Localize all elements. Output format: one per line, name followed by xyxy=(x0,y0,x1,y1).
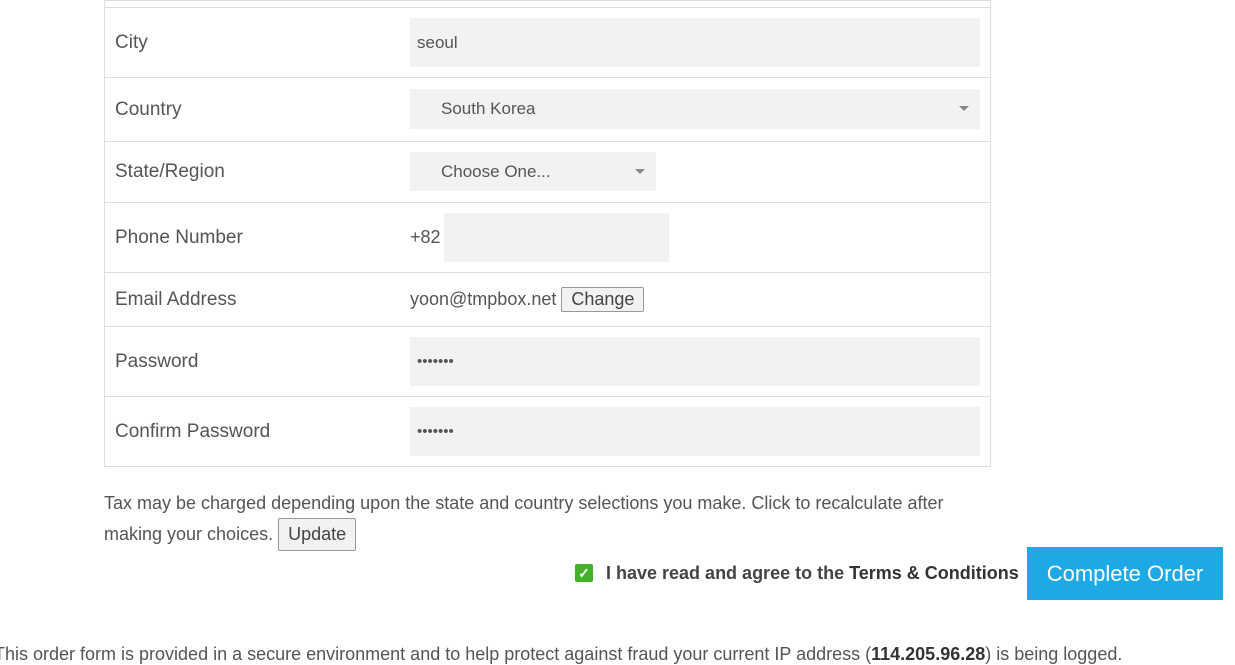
state-select[interactable]: Choose One... xyxy=(410,152,656,191)
password-input[interactable]: ••••••• xyxy=(410,337,980,386)
ip-address: 114.205.96.28 xyxy=(871,644,986,664)
tax-note: Tax may be charged depending upon the st… xyxy=(104,489,1004,551)
terms-checkbox[interactable]: ✓ xyxy=(575,564,593,582)
confirm-password-label: Confirm Password xyxy=(115,420,271,442)
country-label: Country xyxy=(115,98,182,120)
checkmark-icon: ✓ xyxy=(578,564,590,581)
caret-down-icon xyxy=(635,169,645,174)
update-button[interactable]: Update xyxy=(278,518,357,551)
security-notice-text-end: ) is being logged. xyxy=(985,644,1123,664)
form-row-confirm-password: Confirm Password ••••••• xyxy=(105,396,990,466)
form-row-city: City seoul xyxy=(105,7,990,77)
change-email-button[interactable]: Change xyxy=(561,287,645,312)
city-label: City xyxy=(115,31,148,53)
country-select[interactable]: South Korea xyxy=(410,89,980,129)
form-row-email: Email Address yoon@tmpbox.net Change xyxy=(105,272,990,326)
state-label: State/Region xyxy=(115,161,225,182)
security-notice-text: This order form is provided in a secure … xyxy=(0,644,872,664)
email-value-group: yoon@tmpbox.net Change xyxy=(410,273,645,326)
form-row-password: Password ••••••• xyxy=(105,326,990,396)
city-input[interactable]: seoul xyxy=(410,18,980,67)
terms-text: I have read and agree to the xyxy=(606,562,845,583)
confirm-password-input[interactable]: ••••••• xyxy=(410,407,980,456)
phone-input[interactable] xyxy=(444,213,669,262)
email-value: yoon@tmpbox.net xyxy=(410,289,557,309)
form-row-country: South Korea Country xyxy=(105,77,990,141)
password-label: Password xyxy=(115,350,199,372)
complete-order-button[interactable]: Complete Order xyxy=(1027,547,1223,600)
terms-link[interactable]: Terms & Conditions xyxy=(849,563,1019,584)
phone-country-code: +82 xyxy=(410,227,441,247)
form-row-top-partial xyxy=(105,0,990,7)
state-select-value: Choose One... xyxy=(441,161,551,181)
caret-down-icon xyxy=(959,106,969,111)
email-label: Email Address xyxy=(115,288,237,310)
terms-agreement[interactable]: ✓ I have read and agree to the Terms & C… xyxy=(575,560,1019,586)
security-notice: This order form is provided in a secure … xyxy=(0,644,1122,665)
tax-note-text: Tax may be charged depending upon the st… xyxy=(104,493,944,544)
form-row-state: State/Region Choose One... xyxy=(105,141,990,202)
form-row-phone: Phone Number +82 xyxy=(105,202,990,272)
checkout-form-table: City seoul South Korea Country State/Reg… xyxy=(104,0,991,467)
country-select-value: South Korea xyxy=(441,99,536,118)
phone-label: Phone Number xyxy=(115,226,243,248)
